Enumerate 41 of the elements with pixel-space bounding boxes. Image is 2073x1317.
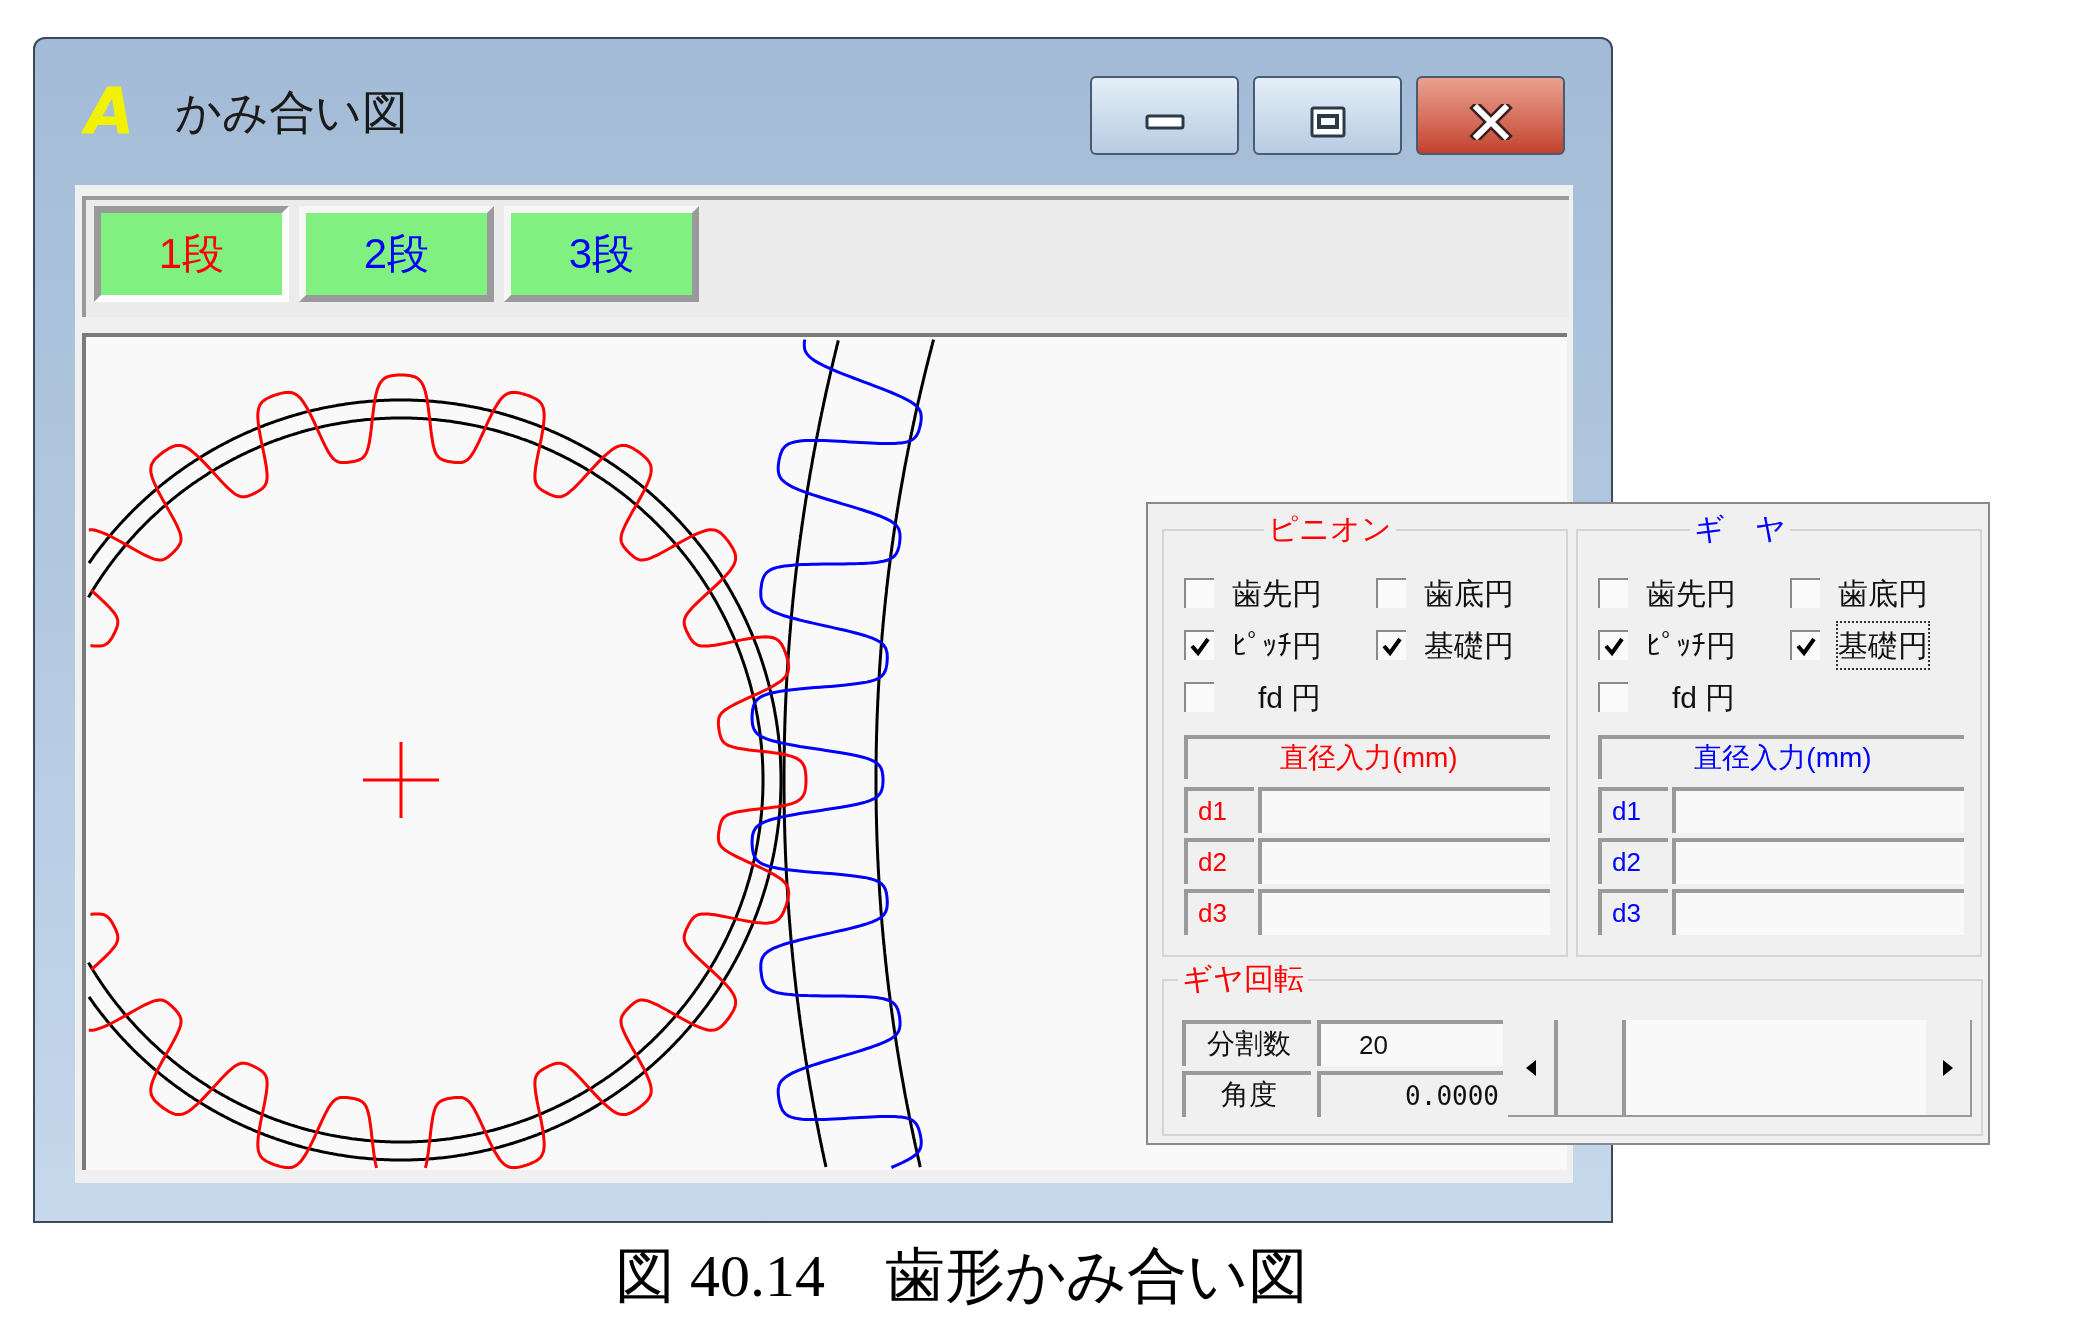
input-field[interactable] [1258,838,1550,884]
tab[interactable]: 3段 [504,206,699,302]
window-title: かみ合い図 [174,84,408,140]
restore-button[interactable] [1253,75,1402,155]
checkbox[interactable]: 歯底円 [1376,569,1556,617]
column-header: 直径入力(mm) [1184,735,1550,779]
close-button[interactable] [1416,75,1565,155]
row-label: d3 [1598,889,1668,935]
checkbox[interactable]: 歯先円 [1598,569,1790,617]
checkmark-icon [1795,635,1817,657]
checkbox[interactable]: ﾋﾟｯﾁ円 [1598,621,1790,669]
input-field[interactable] [1258,787,1550,833]
row-label: d1 [1598,787,1668,833]
input-field[interactable]: 20 [1317,1020,1503,1066]
checkbox[interactable]: ﾋﾟｯﾁ円 [1184,621,1376,669]
input-field[interactable] [1672,889,1964,935]
tab[interactable]: 2段 [299,206,494,302]
column-header: 直径入力(mm) [1598,735,1964,779]
checkmark-icon [1381,635,1403,657]
checkbox[interactable]: fd 円 [1598,673,1790,721]
row-label: d2 [1598,838,1668,884]
field-label: 角度 [1182,1071,1311,1117]
row-label: d3 [1184,889,1254,935]
checkbox[interactable]: fd 円 [1184,673,1376,721]
checkbox[interactable]: 歯底円 [1790,569,1970,617]
checkbox[interactable]: 基礎円 [1376,621,1556,669]
minimize-button[interactable] [1090,75,1239,155]
checkmark-icon [1189,635,1211,657]
field-label: 分割数 [1182,1020,1311,1066]
right-triangle-icon [1943,1059,1953,1076]
row-label: d2 [1184,838,1254,884]
row-label: d1 [1184,787,1254,833]
figure-caption: 図 40.14 歯形かみ合い図 [615,1243,1308,1309]
checkbox[interactable]: 歯先円 [1184,569,1376,617]
input-field[interactable] [1672,787,1964,833]
input-field[interactable] [1672,838,1964,884]
input-field[interactable] [1258,889,1550,935]
left-triangle-icon [1526,1059,1536,1076]
checkbox[interactable]: 基礎円 [1790,621,1970,669]
checkmark-icon [1603,635,1625,657]
input-field[interactable]: 0.0000 [1317,1071,1503,1117]
